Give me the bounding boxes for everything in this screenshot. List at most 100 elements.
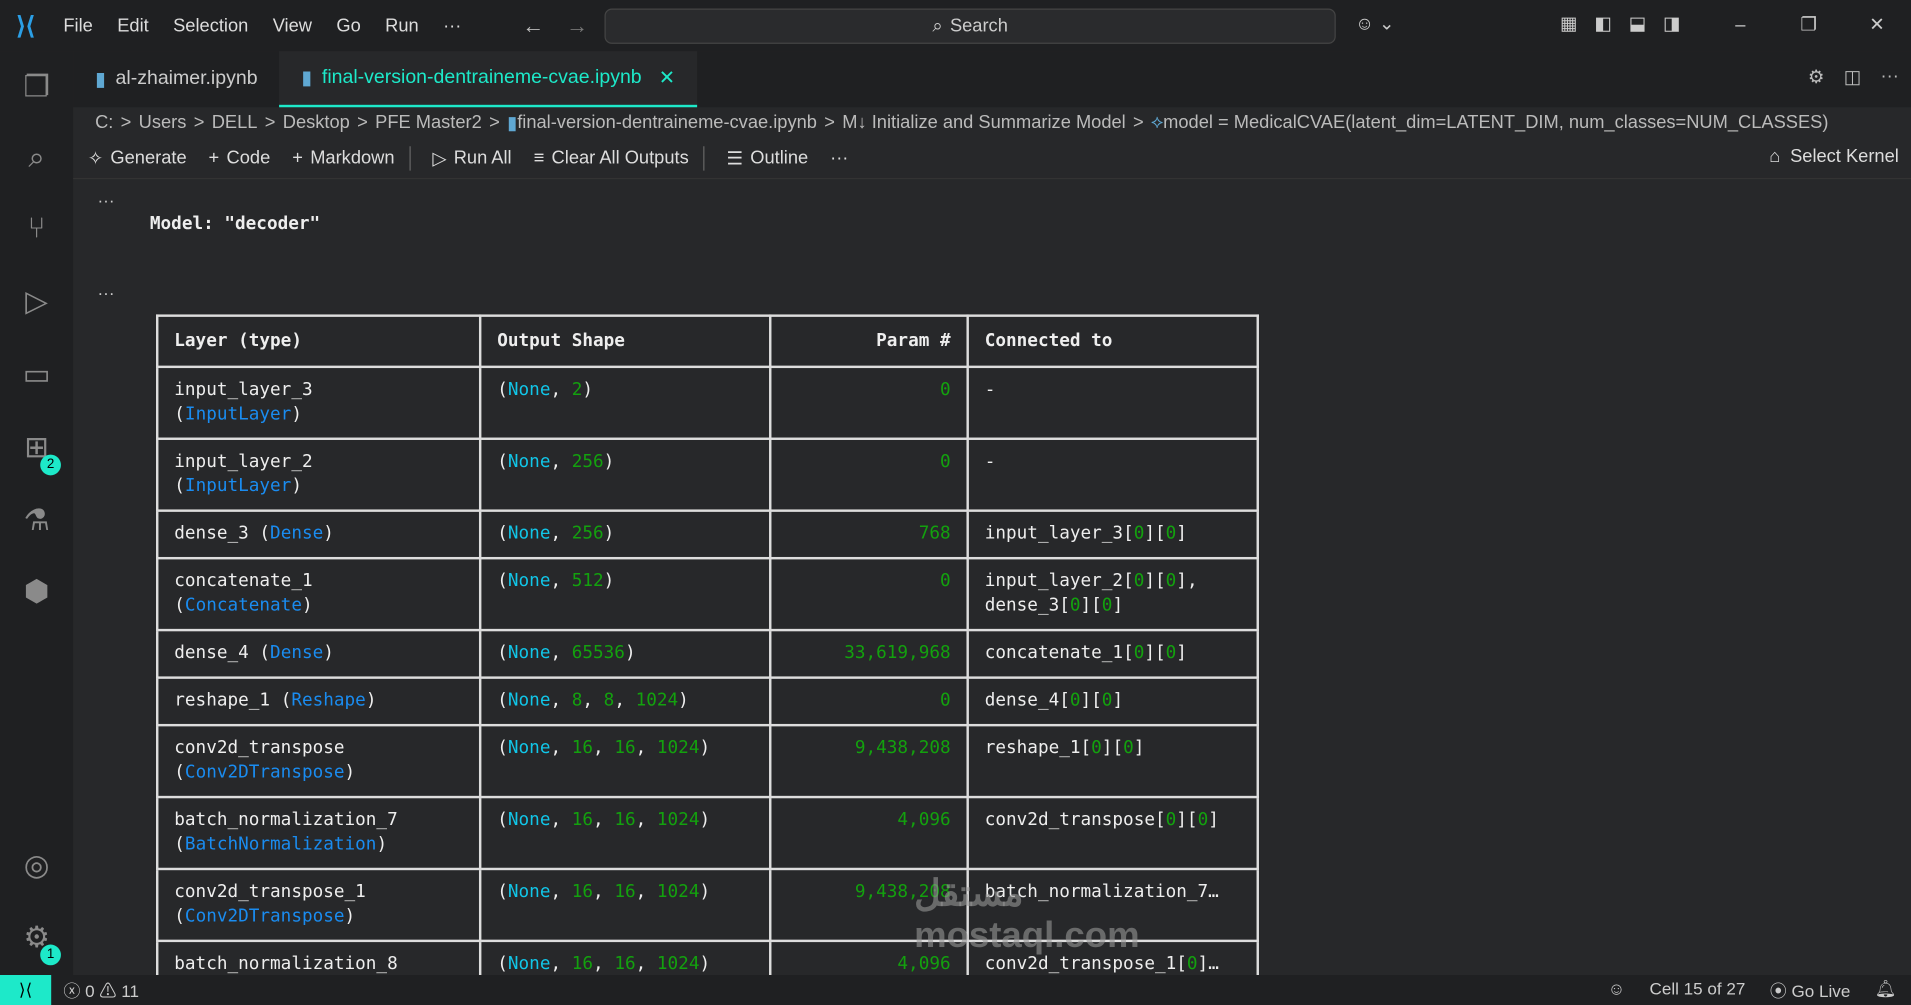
testing-icon[interactable]: ⚗ [17, 502, 56, 541]
search-icon[interactable]: ⌕ [17, 139, 56, 178]
split-editor-icon[interactable]: ◫ [1844, 66, 1861, 88]
tab-final-version[interactable]: ▮ final-version-dentraineme-cvae.ipynb ✕ [279, 51, 697, 108]
menu-go[interactable]: Go [336, 15, 360, 36]
param-count-cell: 0 [769, 365, 969, 440]
breadcrumb-item[interactable]: final-version-dentraineme-cvae.ipynb [517, 112, 817, 133]
breadcrumb-item[interactable]: C: [95, 112, 113, 133]
param-count-cell: 4,096 [769, 795, 969, 871]
output-shape-cell: (None, 65536) [478, 628, 772, 679]
menu-[interactable]: ··· [443, 15, 461, 36]
gear-icon[interactable]: ⚙ [1808, 66, 1824, 88]
header-output-shape: Output Shape [478, 314, 772, 369]
table-row: reshape_1 (Reshape) (None, 8, 8, 1024) 0 de… [156, 676, 1259, 727]
chevron-right-icon: > [264, 112, 276, 133]
restore-button[interactable]: ❐ [1775, 0, 1843, 51]
breadcrumb-item[interactable]: Desktop [283, 112, 350, 133]
output-shape-cell: (None, 256) [478, 509, 772, 560]
layer-type: Reshape [291, 691, 366, 711]
editor-tabs: ▮ al-zhaimer.ipynb ▮ final-version-dentrai… [73, 51, 1911, 108]
menu-edit[interactable]: Edit [117, 15, 149, 36]
containers-icon[interactable]: ⬢ [17, 573, 56, 612]
select-kernel-button[interactable]: ⌂ Select Kernel [1769, 146, 1899, 167]
connected-to-cell: input_layer_3[0][0] [966, 509, 1259, 560]
output-more-icon[interactable]: ··· [98, 283, 115, 303]
breadcrumb-item[interactable]: model = MedicalCVAE(latent_dim=LATENT_DI… [1163, 112, 1828, 133]
connected-to-cell: input_layer_2[0][0], dense_3[0][0] [966, 556, 1259, 632]
table-row: batch_normalization_7 (BatchNormalization… [156, 795, 1259, 871]
breadcrumb-item[interactable]: PFE Master2 [375, 112, 482, 133]
output-shape-cell: (None, 8, 8, 1024) [478, 676, 772, 727]
watermark: مستقل mostaql.com [914, 873, 1140, 956]
generate-button[interactable]: ✧ Generate [87, 147, 187, 169]
explorer-icon[interactable]: ❐ [17, 68, 56, 107]
breadcrumb-item[interactable]: M↓ Initialize and Summarize Model [842, 112, 1125, 133]
param-count-cell: 9,438,208 [769, 723, 969, 799]
back-arrow-icon[interactable]: ← [522, 13, 544, 39]
search-box[interactable]: ⌕ Search [604, 8, 1336, 44]
breadcrumb-item[interactable]: DELL [212, 112, 258, 133]
more-actions-icon[interactable]: ··· [1881, 66, 1899, 88]
plus-icon: + [292, 147, 303, 169]
forward-arrow-icon[interactable]: → [566, 13, 588, 39]
menu-run[interactable]: Run [385, 15, 419, 36]
notifications-bell-icon[interactable]: 🔔︎ [1875, 978, 1897, 1002]
notebook-icon: ▮ [95, 69, 106, 91]
remote-explorer-icon[interactable]: ▭ [17, 356, 56, 395]
copilot-icon[interactable]: ☺ ⌄ [1355, 12, 1394, 34]
settings-gear-icon[interactable]: ⚙ 1 [17, 919, 61, 966]
layer-cell: batch_normalization_8 [156, 939, 482, 975]
go-live-button[interactable]: ⦿ Go Live [1770, 978, 1851, 1002]
chevron-right-icon: > [193, 112, 205, 133]
cell-indicator[interactable]: Cell 15 of 27 [1650, 978, 1746, 1002]
menu-view[interactable]: View [273, 15, 312, 36]
table-row: input_layer_2 (InputLayer) (None, 256) 0- [156, 437, 1259, 512]
layer-cell: input_layer_3 (InputLayer) [156, 365, 482, 440]
close-tab-icon[interactable]: ✕ [659, 66, 675, 90]
layout-icon[interactable]: ▦ [1560, 12, 1577, 34]
copilot-status-icon[interactable]: ☺ [1608, 978, 1625, 1002]
problems-indicator[interactable]: ⓧ 0 ⚠ 11 [63, 978, 139, 1002]
tab-al-zhaimer[interactable]: ▮ al-zhaimer.ipynb [73, 51, 279, 107]
param-count-cell: 0 [769, 676, 969, 727]
output-shape-cell: (None, 512) [478, 556, 772, 632]
chevron-right-icon: > [120, 112, 132, 133]
param-count-cell: 768 [769, 509, 969, 560]
account-icon[interactable]: ◎ [17, 847, 56, 886]
toggle-secondary-sidebar-icon[interactable]: ◨ [1663, 12, 1680, 34]
connected-to-cell: concatenate_1[0][0] [966, 628, 1259, 679]
menu-file[interactable]: File [63, 15, 92, 36]
more-button[interactable]: ··· [830, 147, 848, 168]
layer-cell: dense_4 (Dense) [156, 628, 482, 679]
remote-icon[interactable]: ⟩⟨ [0, 975, 52, 1005]
chevron-right-icon: > [357, 112, 368, 133]
notebook-icon: ▮ [301, 68, 313, 89]
toggle-panel-icon[interactable]: ⬓ [1629, 12, 1646, 34]
header-connected: Connected to [966, 314, 1259, 369]
output-more-icon[interactable]: ··· [98, 190, 115, 210]
extensions-icon[interactable]: ⊞ 2 [17, 429, 61, 476]
table-row: input_layer_3 (InputLayer) (None, 2) 0- [156, 365, 1259, 440]
layer-name: conv2d_transpose [174, 738, 345, 759]
breadcrumb-item[interactable]: Users [139, 112, 187, 133]
layer-name: dense_3 [174, 524, 249, 544]
outline-button[interactable]: ☰ Outline [727, 147, 809, 168]
sparkle-icon: ✧ [87, 148, 104, 169]
close-window-button[interactable]: ✕ [1843, 0, 1911, 51]
menu-selection[interactable]: Selection [173, 15, 248, 36]
run-debug-icon[interactable]: ▷ [17, 283, 56, 322]
minimize-button[interactable]: – [1706, 0, 1774, 51]
clear-outputs-button[interactable]: ≡ Clear All Outputs [534, 147, 689, 168]
layer-type: Dense [270, 643, 324, 664]
cell-output: ··· Model: "decoder" ··· Layer (type) Ou… [73, 178, 1911, 975]
source-control-icon[interactable]: ⑂ [17, 210, 56, 249]
layer-type: InputLayer [184, 476, 292, 497]
layer-name: batch_normalization_7 [174, 810, 398, 830]
layer-cell: batch_normalization_7 (BatchNormalization… [156, 795, 482, 871]
toggle-sidebar-icon[interactable]: ◧ [1594, 12, 1611, 34]
header-layer: Layer (type) [156, 314, 482, 369]
activity-bar: ❐ ⌕ ⑂ ▷ ▭ ⊞ 2 ⚗ ⬢ ◎ ⚙ 1 [0, 51, 74, 975]
layer-name: input_layer_2 [174, 452, 313, 472]
add-markdown-button[interactable]: + Markdown [292, 147, 394, 168]
add-code-button[interactable]: + Code [209, 147, 271, 168]
run-all-button[interactable]: ▷ Run All [432, 147, 511, 168]
